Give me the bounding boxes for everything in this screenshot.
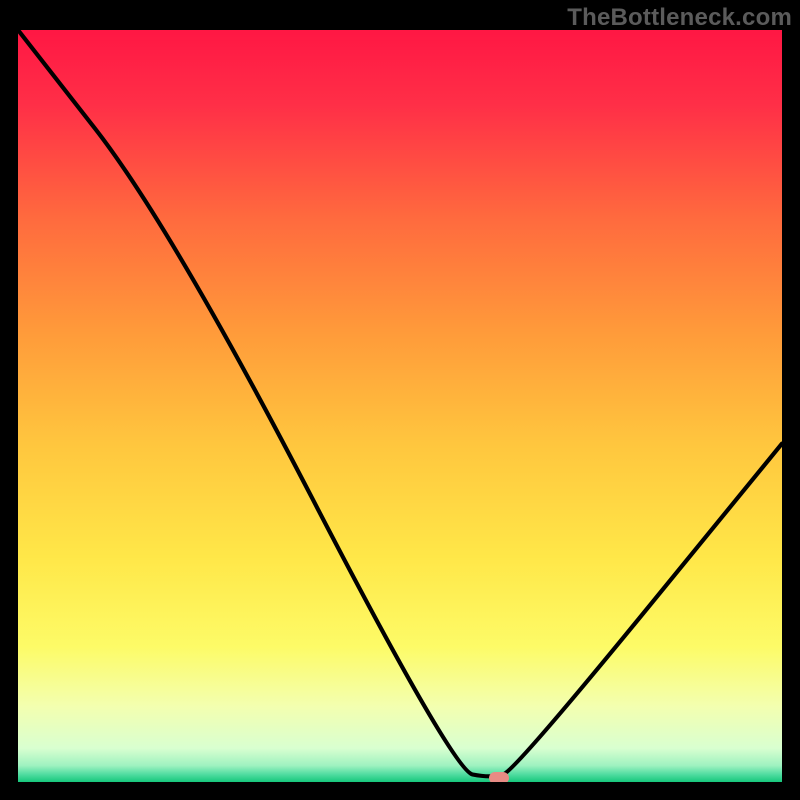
chart-frame: TheBottleneck.com — [0, 0, 800, 800]
optimal-point-marker — [489, 772, 509, 782]
plot-area — [18, 30, 782, 782]
bottleneck-curve — [18, 30, 782, 782]
watermark-text: TheBottleneck.com — [567, 4, 792, 32]
